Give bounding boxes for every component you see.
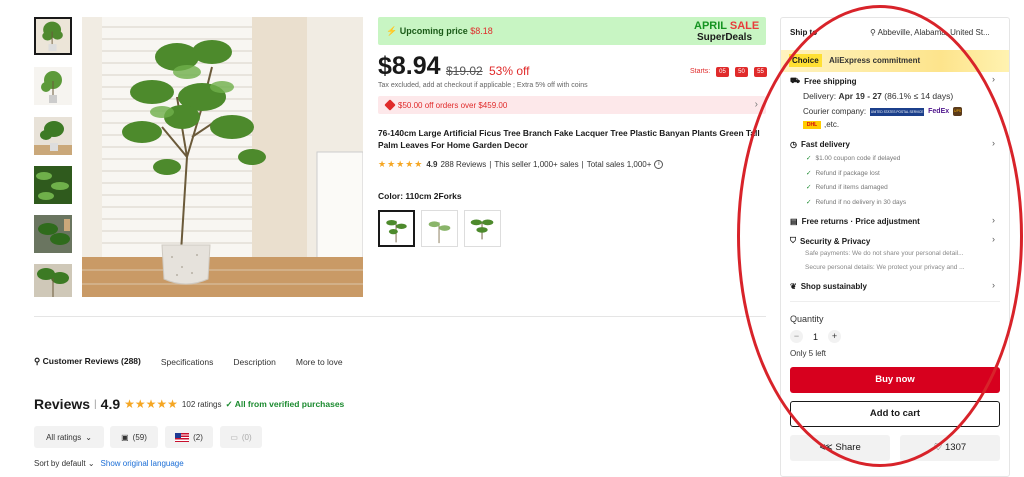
april-sale-logo: APRIL SALE (694, 20, 760, 32)
tax-note: Tax excluded, add at checkout if applica… (378, 82, 588, 89)
coupon-banner[interactable]: $50.00 off orders over $459.00 › (378, 96, 766, 114)
countdown-label: Starts: (690, 68, 711, 75)
chevron-right-icon: › (754, 99, 758, 110)
total-sales: Total sales 1,000+ (586, 160, 652, 169)
rating-score: 4.9 (426, 160, 438, 169)
product-rating-row: ★★★★★ 4.9 288 Reviews | This seller 1,00… (378, 159, 664, 170)
info-icon[interactable]: i (654, 160, 664, 169)
thumbnail-4[interactable] (34, 166, 72, 204)
current-price: $8.94 (378, 52, 441, 80)
countdown-hours: 05 (716, 67, 729, 77)
image-icon: ▣ (121, 432, 129, 442)
ratings-count: 102 ratings (181, 399, 222, 409)
us-flag-icon (175, 432, 190, 442)
main-product-image[interactable] (82, 17, 363, 297)
tab-description[interactable]: Description (233, 357, 276, 367)
verified-purchases: ✓ All from verified purchases (225, 398, 345, 409)
upcoming-price-banner: ⚡ Upcoming price $8.18 APRIL SALE SuperD… (378, 17, 766, 45)
countdown-minutes: 50 (735, 67, 748, 77)
star-rating-icon: ★★★★★ (124, 397, 178, 411)
thumbnail-1[interactable] (34, 17, 72, 55)
separator: | (581, 160, 584, 169)
chevron-right-icon[interactable]: › (992, 74, 995, 84)
separator: | (489, 160, 492, 169)
color-label: Color: 110cm 2Forks (378, 191, 462, 201)
countdown-seconds: 55 (754, 67, 767, 77)
thumbnail-6[interactable] (34, 264, 72, 297)
filter-all-ratings[interactable]: All ratings ⌄ (34, 426, 104, 448)
tab-customer-reviews[interactable]: ⚲ Customer Reviews (288) (34, 356, 141, 367)
thumbnail-5[interactable] (34, 215, 72, 253)
filter-country[interactable]: (2) (165, 426, 213, 448)
tab-more-to-love[interactable]: More to love (296, 357, 343, 367)
color-variant-3[interactable] (464, 210, 501, 247)
check-icon: ✓ (225, 398, 233, 409)
upcoming-price-text: ⚡ Upcoming price $8.18 (386, 26, 493, 36)
reviews-score: 4.9 (100, 396, 121, 412)
separator: | (94, 398, 97, 410)
discount-label: 53% off (489, 64, 530, 78)
chevron-down-icon: ⌄ (85, 432, 92, 442)
location-pin-icon: ⚲ (34, 356, 41, 366)
product-tabs: ⚲ Customer Reviews (288) Specifications … (34, 356, 343, 367)
annotation-ellipse (737, 5, 1023, 467)
star-rating-icon: ★★★★★ (378, 159, 424, 169)
section-divider (34, 316, 766, 317)
reviews-heading: Reviews (34, 396, 91, 412)
thumbnail-3[interactable] (34, 117, 72, 155)
original-price: $19.02 (446, 64, 483, 78)
color-variant-2[interactable] (421, 210, 458, 247)
review-count-link[interactable]: 288 Reviews (440, 160, 486, 169)
coupon-text: $50.00 off orders over $459.00 (398, 101, 508, 110)
coupon-tag-icon (384, 99, 396, 111)
tab-specifications[interactable]: Specifications (161, 357, 213, 367)
color-variant-1[interactable] (378, 210, 415, 247)
product-title: 76-140cm Large Artificial Ficus Tree Bra… (378, 128, 760, 150)
superdeals-label: SuperDeals (697, 32, 753, 43)
comment-icon: ▭ (230, 432, 238, 442)
thumbnail-2[interactable] (34, 67, 72, 105)
filter-photos[interactable]: ▣ (59) (110, 426, 158, 448)
seller-sales: This seller 1,000+ sales (494, 160, 579, 169)
filter-comments[interactable]: ▭ (0) (220, 426, 262, 448)
reviews-summary: Reviews | 4.9 ★★★★★ 102 ratings ✓ All fr… (34, 396, 344, 412)
